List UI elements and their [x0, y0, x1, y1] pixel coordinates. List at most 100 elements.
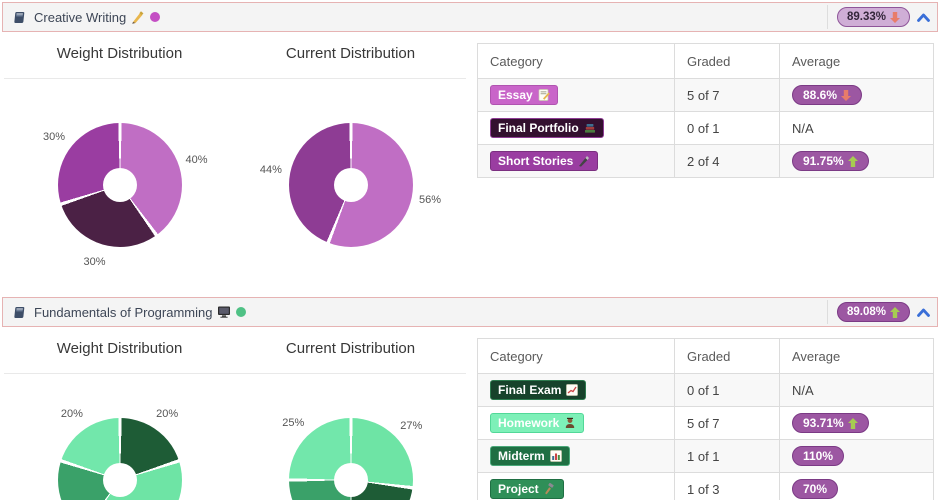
column-header-category: Category	[478, 339, 675, 374]
category-badge: Short Stories	[490, 151, 598, 171]
category-badge: Project	[490, 479, 564, 499]
average-badge: 93.71%	[792, 413, 869, 433]
course-title-text: Creative Writing	[34, 10, 126, 25]
table-row: Short Stories 2 of 4 91.75%	[478, 145, 934, 178]
category-table-wrap: Category Graded Average Final Exam 0 of …	[468, 327, 938, 500]
collapse-chevron-icon[interactable]	[917, 13, 930, 22]
average-badge: 70%	[792, 479, 838, 499]
column-header-category: Category	[478, 44, 675, 79]
trend-up-icon	[848, 156, 858, 167]
average-badge: 110%	[792, 446, 844, 466]
course-title: Creative Writing	[34, 10, 160, 25]
overall-grade-badge: 89.33%	[837, 7, 910, 27]
category-badge: Final Exam	[490, 380, 586, 400]
graded-cell: 5 of 7	[675, 407, 780, 440]
donut-slice-label: 25%	[282, 417, 304, 429]
course-header-fundamentals-of-programming[interactable]: Fundamentals of Programming 89.08%	[2, 297, 938, 327]
charts-panel: Weight Distribution Current Distribution…	[2, 32, 468, 295]
memo-icon	[538, 89, 550, 101]
category-label: Final Portfolio	[498, 122, 579, 135]
category-badge: Midterm	[490, 446, 570, 466]
donut-slice-label: 20%	[156, 408, 178, 420]
course-body: Weight Distribution Current Distribution…	[2, 327, 938, 500]
current-distribution-title: Current Distribution	[235, 340, 466, 357]
course-color-dot	[150, 12, 160, 22]
books-icon	[584, 122, 596, 134]
trend-up-icon	[890, 307, 900, 318]
overall-grade-value: 89.08%	[847, 305, 886, 319]
table-row: Midterm 1 of 1 110%	[478, 440, 934, 473]
graded-cell: 1 of 1	[675, 440, 780, 473]
current-distribution-donut: 56%44%	[289, 123, 413, 247]
current-distribution-donut: 27%25%	[289, 418, 413, 500]
donut-slice-label: 40%	[186, 154, 208, 166]
computer-icon	[217, 306, 231, 318]
course-color-dot	[236, 307, 246, 317]
trend-up-icon	[848, 418, 858, 429]
donut-slice-label: 20%	[61, 408, 83, 420]
student-icon	[564, 417, 576, 429]
writing-hand-icon	[131, 11, 145, 24]
category-badge: Essay	[490, 85, 558, 105]
graded-cell: 1 of 3	[675, 473, 780, 500]
course-title: Fundamentals of Programming	[34, 305, 246, 320]
column-header-graded: Graded	[675, 44, 780, 79]
chart-up-icon	[566, 384, 578, 396]
category-badge: Homework	[490, 413, 584, 433]
table-row: Final Exam 0 of 1 N/A	[478, 374, 934, 407]
weight-distribution-title: Weight Distribution	[4, 45, 235, 62]
average-value: 93.71%	[803, 417, 844, 430]
header-separator	[827, 5, 828, 29]
graded-cell: 0 of 1	[675, 112, 780, 145]
average-value: 88.6%	[803, 89, 837, 102]
table-row: Homework 5 of 7 93.71%	[478, 407, 934, 440]
weight-distribution-donut: 20%20%	[58, 418, 182, 500]
average-badge: 88.6%	[792, 85, 862, 105]
graded-cell: 5 of 7	[675, 79, 780, 112]
average-value: 91.75%	[803, 155, 844, 168]
column-header-average: Average	[780, 339, 934, 374]
category-label: Midterm	[498, 450, 545, 463]
average-badge: 91.75%	[792, 151, 869, 171]
category-label: Essay	[498, 89, 533, 102]
category-label: Short Stories	[498, 155, 573, 168]
table-row: Essay 5 of 7 88.6%	[478, 79, 934, 112]
category-label: Project	[498, 483, 539, 496]
average-cell: N/A	[780, 112, 934, 145]
weight-distribution-title: Weight Distribution	[4, 340, 235, 357]
course-title-text: Fundamentals of Programming	[34, 305, 212, 320]
book-icon	[13, 306, 26, 319]
category-badge: Final Portfolio	[490, 118, 604, 138]
category-table: Category Graded Average Essay 5 of 7 88.…	[477, 43, 934, 178]
average-value: 110%	[803, 450, 833, 463]
hammer-icon	[544, 483, 556, 495]
average-cell: N/A	[780, 374, 934, 407]
donut-slice-label: 30%	[83, 256, 105, 268]
category-table: Category Graded Average Final Exam 0 of …	[477, 338, 934, 500]
weight-distribution-donut: 40%30%30%	[58, 123, 182, 247]
trend-down-icon	[841, 90, 851, 101]
collapse-chevron-icon[interactable]	[917, 308, 930, 317]
donut-slice-label: 44%	[260, 164, 282, 176]
book-icon	[13, 11, 26, 24]
trend-down-icon	[890, 12, 900, 23]
category-label: Homework	[498, 417, 559, 430]
category-table-wrap: Category Graded Average Essay 5 of 7 88.…	[468, 32, 938, 295]
graded-cell: 2 of 4	[675, 145, 780, 178]
course-card-fundamentals-of-programming: Fundamentals of Programming 89.08% Weigh…	[2, 297, 938, 500]
fountain-pen-icon	[578, 155, 590, 167]
donut-slice-label: 27%	[400, 420, 422, 432]
overall-grade-value: 89.33%	[847, 10, 886, 24]
overall-grade-badge: 89.08%	[837, 302, 910, 322]
course-body: Weight Distribution Current Distribution…	[2, 32, 938, 295]
average-value: 70%	[803, 483, 827, 496]
charts-panel: Weight Distribution Current Distribution…	[2, 327, 468, 500]
graded-cell: 0 of 1	[675, 374, 780, 407]
category-label: Final Exam	[498, 384, 561, 397]
column-header-average: Average	[780, 44, 934, 79]
header-separator	[827, 300, 828, 324]
course-card-creative-writing: Creative Writing 89.33% Weight Distribut…	[2, 2, 938, 295]
donut-slice-label: 30%	[43, 131, 65, 143]
table-row: Final Portfolio 0 of 1 N/A	[478, 112, 934, 145]
course-header-creative-writing[interactable]: Creative Writing 89.33%	[2, 2, 938, 32]
